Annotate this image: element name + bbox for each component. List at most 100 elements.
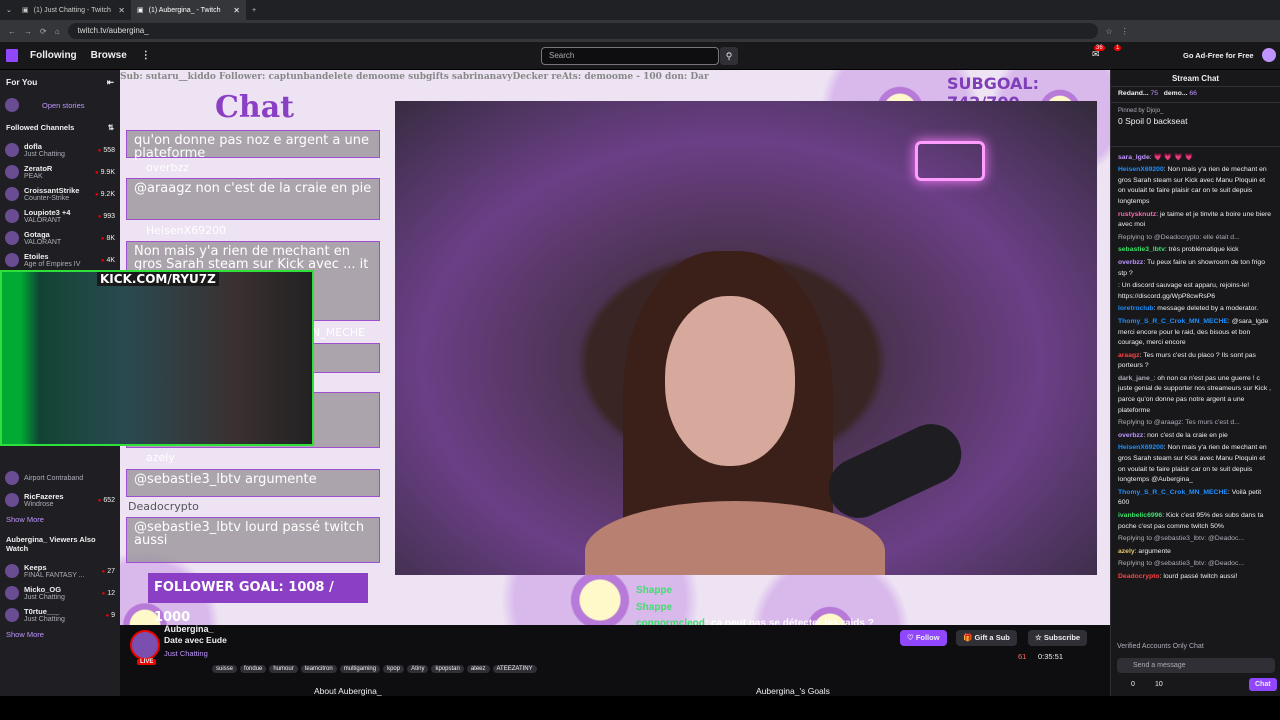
streamer-name[interactable]: Aubergina_ — [164, 624, 214, 634]
chat-input[interactable]: Send a message — [1117, 658, 1275, 673]
chat-text: argumente — [1138, 547, 1171, 555]
subscribe-button[interactable]: ☆ Subscribe — [1028, 630, 1088, 646]
stream-tag[interactable]: humour — [269, 665, 298, 673]
sidebar-channel[interactable]: doflaJust Chatting 558 — [0, 139, 120, 161]
chat-username[interactable]: dark_jane_ — [1118, 375, 1154, 382]
leaderboard: Redand... 75 demo... 66 — [1111, 87, 1280, 103]
gift-sub-button[interactable]: 🎁 Gift a Sub — [956, 630, 1017, 646]
chat-username[interactable]: sebastie3_lbtv — [1118, 246, 1165, 253]
chat-message: overbzz: non c'est de la craie en pie — [1118, 431, 1228, 439]
sidebar-channel[interactable]: RicFazeresWindrose 652 — [0, 489, 120, 511]
chat-username[interactable]: sara_lgde — [1118, 154, 1150, 161]
browser-tab-1[interactable]: ▣ (1) Just Chatting - Twitch ✕ — [16, 0, 131, 20]
stream-title: Date avec Eude — [164, 635, 227, 645]
channel-text: Keeps FINAL FANTASY ... — [24, 563, 85, 579]
chat-username[interactable]: Deadocrypto — [1118, 573, 1160, 580]
viewer-count: 9.9K — [95, 169, 115, 176]
about-heading: About Aubergina_ — [314, 686, 382, 696]
close-icon[interactable]: ✕ — [233, 6, 240, 15]
search-input[interactable]: Search — [541, 47, 719, 65]
browser-tab-strip: ⌄ ▣ (1) Just Chatting - Twitch ✕ ▣ (1) Aube… — [0, 0, 1280, 20]
bits-count[interactable]: 10 — [1155, 680, 1163, 691]
tag-list: suisse fondue humour teamcitron multigaming k… — [212, 661, 540, 673]
tab-list-icon[interactable]: ⌄ — [0, 0, 16, 20]
chat-username[interactable]: loretroclub — [1118, 305, 1154, 312]
chat-username[interactable]: overbzz — [1118, 432, 1143, 439]
chat-username: Shappe — [636, 585, 673, 596]
viewer-count: 12 — [102, 590, 115, 597]
ad-free-button[interactable]: Go Ad-Free for Free — [1183, 51, 1254, 60]
search-icon[interactable]: ⚲ — [720, 47, 738, 65]
home-icon[interactable]: ⌂ — [55, 27, 60, 36]
sidebar-channel[interactable]: CroissantStrikeCounter-Strike 9.2K — [0, 183, 120, 205]
channel-points[interactable]: 0 — [1131, 680, 1135, 691]
stream-tag[interactable]: fondue — [240, 665, 267, 673]
streamer-avatar[interactable] — [130, 630, 160, 660]
following-link[interactable]: Following — [30, 50, 77, 61]
microphone — [818, 414, 972, 528]
tab-label: (1) Aubergina_ - Twitch — [148, 6, 221, 14]
stream-tag[interactable]: multigaming — [339, 665, 381, 673]
show-more-link[interactable]: Show More — [0, 511, 120, 528]
chat-username[interactable]: HeisenX69200 — [1118, 444, 1164, 451]
channel-game: Counter-Strike — [24, 195, 70, 202]
star-icon[interactable]: ☆ — [1106, 27, 1113, 36]
channel-name: Gotaga — [24, 230, 50, 239]
chat-username: Shappe — [636, 601, 673, 613]
chat-username[interactable]: ivanbelic6996 — [1118, 512, 1162, 519]
sidebar-channel[interactable]: EtoilesAge of Empires IV 4K — [0, 249, 120, 271]
sidebar-channel[interactable]: Micko_OGJust Chatting 12 — [0, 582, 120, 604]
url-field[interactable]: twitch.tv/aubergina_ — [67, 23, 1098, 39]
twitch-logo-icon[interactable] — [6, 49, 18, 62]
close-icon[interactable]: ✕ — [118, 6, 125, 15]
sidebar-channel[interactable]: Airport Contraband — [0, 467, 120, 489]
category-link[interactable]: Just Chatting — [164, 649, 208, 658]
collapse-icon[interactable]: ⇤ — [107, 77, 114, 88]
chat-send-button[interactable]: Chat — [1249, 678, 1277, 691]
avatar[interactable] — [1262, 48, 1276, 62]
browser-tab-2[interactable]: ▣ (1) Aubergina_ - Twitch ✕ — [131, 0, 246, 20]
chat-username[interactable]: HeisenX69200 — [1118, 166, 1164, 173]
chat-username[interactable]: rustysknutz — [1118, 211, 1156, 218]
chat-message: Thomy_S_R_C_Crok_MN_MECHE: @sara_lgde me… — [1118, 317, 1269, 347]
live-chat-line: Shappe — [636, 600, 956, 617]
twitch-icon: ▣ — [22, 7, 29, 14]
sidebar-channel[interactable]: GotagaVALORANT 8K — [0, 227, 120, 249]
stream-tag[interactable]: ATEEZATINY — [492, 665, 537, 673]
avatar — [5, 143, 19, 157]
browse-link[interactable]: Browse — [91, 50, 127, 61]
chat-username[interactable]: azely — [1118, 548, 1135, 555]
chat-message: dark_jane_: oh non ce n'est pas une guer… — [1118, 374, 1272, 414]
more-icon[interactable]: ⋮ — [141, 50, 151, 61]
new-tab-button[interactable]: + — [246, 0, 262, 20]
avatar — [5, 209, 19, 223]
stream-info-bar: LIVE Aubergina_ Date avec Eude Just Chat… — [120, 624, 1110, 696]
chat-username[interactable]: Thomy_S_R_C_Crok_MN_MECHE — [1118, 489, 1228, 496]
chat-username[interactable]: araagz — [1118, 352, 1140, 359]
stream-tag[interactable]: kpopstan — [431, 665, 464, 673]
chat-message: HeisenX69200: Non mais y'a rien de mecha… — [1118, 166, 1267, 205]
back-icon[interactable]: ← — [8, 27, 16, 36]
pinned-message[interactable]: Pinned by Djojo_ 0 Spoil 0 backseat — [1111, 103, 1280, 147]
stream-tag[interactable]: suisse — [212, 665, 238, 673]
forward-icon[interactable]: → — [24, 27, 32, 36]
stream-tag[interactable]: ateez — [466, 665, 490, 673]
stream-tag[interactable]: Atiny — [407, 665, 429, 673]
sidebar-channel[interactable]: Loupiote3 +4VALORANT 993 — [0, 205, 120, 227]
sidebar-channel[interactable]: T0rtue___Just Chatting 9 — [0, 604, 120, 626]
sort-icon[interactable]: ⇅ — [108, 123, 114, 132]
chat-username[interactable]: Thomy_S_R_C_Crok_MN_MECHE — [1118, 318, 1228, 325]
sidebar-channel[interactable]: KeepsFINAL FANTASY ... 27 — [0, 560, 120, 582]
stream-tag[interactable]: kpop — [383, 665, 405, 673]
stream-tag[interactable]: teamcitron — [300, 665, 337, 673]
show-more-link[interactable]: Show More — [0, 626, 120, 643]
menu-icon[interactable]: ⋮ — [1121, 27, 1129, 36]
notification-badge: 36 — [1094, 45, 1105, 51]
viewer-count: 61 — [1018, 652, 1027, 661]
channel-game: VALORANT — [24, 217, 62, 224]
open-stories[interactable]: Open stories — [0, 94, 120, 116]
sidebar-channel[interactable]: ZeratoRPEAK 9.9K — [0, 161, 120, 183]
reload-icon[interactable]: ⟳ — [40, 27, 47, 36]
chat-username[interactable]: overbzz — [1118, 259, 1143, 266]
follow-button[interactable]: ♡ Follow — [900, 630, 947, 646]
